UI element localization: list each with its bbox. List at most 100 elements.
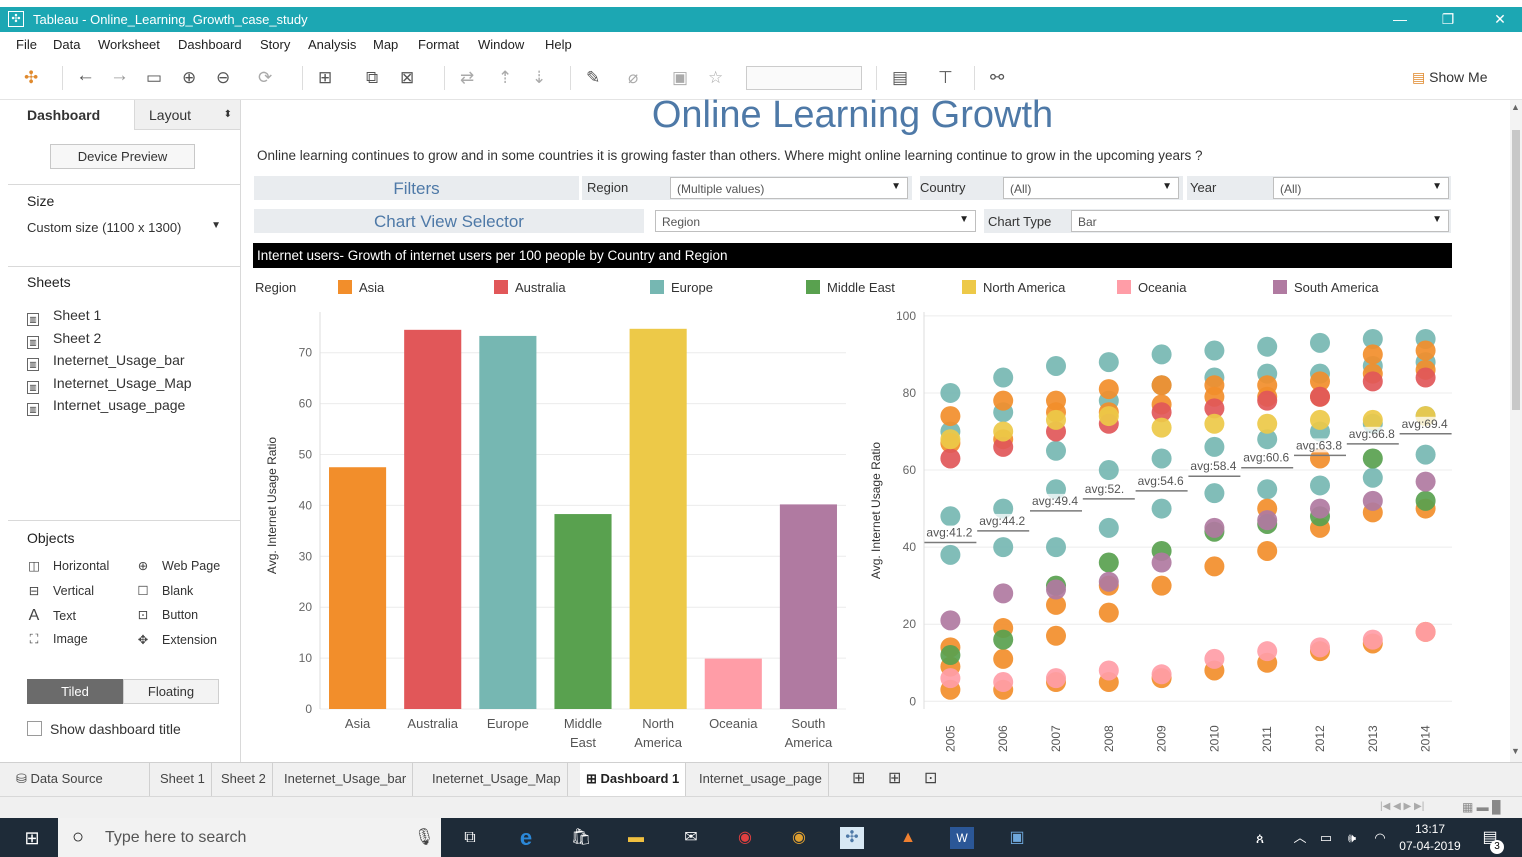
scatter-point (1204, 648, 1225, 669)
scatter-point (1098, 352, 1119, 373)
sheet-nav-icon[interactable]: |◀ ◀ ▶ ▶| (1380, 801, 1424, 812)
y-tick-label: 50 (299, 448, 313, 462)
scatter-point (1098, 660, 1119, 681)
scatter-point (1151, 664, 1172, 685)
y-tick-label: 60 (903, 463, 917, 477)
y-tick-label: 10 (299, 651, 313, 665)
edge-browser-icon[interactable]: e (514, 827, 538, 849)
clock-time[interactable]: 13:17 (1398, 822, 1462, 836)
y-tick-label: 30 (299, 549, 313, 563)
x-tick-label: America (785, 735, 833, 750)
chrome-alt-icon[interactable]: ◉ (787, 827, 811, 849)
scatter-point (1046, 537, 1066, 558)
scatter-point (1310, 637, 1330, 658)
scatter-point (1257, 510, 1278, 531)
x-tick-label: Europe (487, 716, 529, 731)
y-tick-label: 100 (896, 309, 916, 323)
scatter-point (1204, 436, 1225, 457)
clock-date[interactable]: 07-04-2019 (1395, 839, 1465, 853)
bar (554, 514, 612, 709)
y-tick-label: 70 (299, 346, 313, 360)
scatter-point (1098, 460, 1119, 481)
tab-dashboard1[interactable]: ⊞ Dashboard 1 (580, 763, 687, 797)
tab-label: Dashboard 1 (600, 771, 680, 786)
scatter-point (940, 406, 961, 427)
average-label: avg:60.6 (1243, 451, 1289, 465)
y-tick-label: 60 (299, 397, 313, 411)
average-label: avg:49.4 (1032, 494, 1078, 508)
tab-sheet2[interactable]: Sheet 2 (215, 763, 273, 797)
tab-sheet1[interactable]: Sheet 1 (154, 763, 212, 797)
x-tick-label: 2008 (1102, 725, 1116, 752)
scatter-point (1257, 540, 1278, 561)
tab-usage-map[interactable]: Ineternet_Usage_Map (426, 763, 568, 797)
scatter-point (1362, 371, 1383, 392)
scatter-point (1310, 475, 1330, 496)
bar (704, 658, 762, 709)
scatter-point (1046, 409, 1066, 430)
scatter-point (1098, 552, 1119, 573)
average-label: avg:69.4 (1402, 417, 1448, 431)
microphone-icon[interactable]: 🎙 (414, 827, 434, 847)
average-label: avg:66.8 (1349, 427, 1395, 441)
store-icon[interactable]: 🛍 (569, 827, 593, 849)
average-label: avg:54.6 (1138, 474, 1184, 488)
scatter-point (993, 367, 1014, 388)
filmstrip-view-icon[interactable]: ▦ ▬ █ (1462, 800, 1501, 814)
x-tick-label: Oceania (709, 716, 758, 731)
bar (629, 328, 687, 709)
x-tick-label: 2007 (1049, 725, 1063, 752)
tableau-taskbar-icon[interactable]: ✣ (840, 827, 864, 849)
sheet-tab-bar: ⛁ Data Source Sheet 1 Sheet 2 Ineternet_… (0, 762, 1522, 797)
file-explorer-icon[interactable]: ▬ (624, 827, 648, 849)
scatter-point (1046, 579, 1066, 600)
photos-icon[interactable]: ▣ (1005, 827, 1029, 849)
x-tick-label: 2009 (1155, 725, 1169, 752)
battery-icon[interactable]: ▭ (1314, 827, 1338, 849)
x-tick-label: America (634, 735, 682, 750)
tab-usage-page[interactable]: Internet_usage_page (693, 763, 829, 797)
scatter-point (993, 421, 1014, 442)
chrome-icon[interactable]: ◉ (733, 827, 757, 849)
scatter-point (993, 583, 1014, 604)
mail-icon[interactable]: ✉ (679, 827, 703, 849)
speaker-icon[interactable]: 🕪 (1340, 827, 1364, 849)
task-view-icon[interactable]: ⧉ (458, 827, 482, 849)
scatter-point (993, 390, 1014, 411)
x-tick-label: 2012 (1313, 725, 1327, 752)
new-worksheet-icon[interactable]: ⊞ (846, 763, 871, 797)
x-tick-label: North (642, 716, 674, 731)
word-icon[interactable]: W (950, 827, 974, 849)
taskbar-search-box[interactable]: ○ Type here to search 🎙 (58, 818, 441, 857)
windows-start-icon[interactable]: ⊞ (20, 827, 44, 849)
scatter-point (1204, 517, 1225, 538)
dashboard-icon: ⊞ (586, 771, 601, 786)
scatter-point (993, 537, 1014, 558)
scatter-point (1151, 575, 1172, 596)
new-story-icon[interactable]: ⊡ (918, 763, 943, 797)
scatter-point (1098, 379, 1119, 400)
scatter-point (1151, 375, 1172, 396)
average-label: avg:58.4 (1190, 459, 1236, 473)
scatter-point (1046, 625, 1066, 646)
x-tick-label: Middle (564, 716, 602, 731)
vlc-icon[interactable]: ▲ (896, 827, 920, 849)
tab-usage-bar[interactable]: Ineternet_Usage_bar (278, 763, 414, 797)
new-dashboard-icon[interactable]: ⊞ (882, 763, 907, 797)
scatter-point (993, 672, 1014, 693)
y-tick-label: 20 (903, 617, 917, 631)
x-tick-label: East (570, 735, 596, 750)
bar-chart[interactable]: 0 10 20 30 40 50 60 70 Avg. Internet Usage Ratio… (265, 312, 846, 750)
bar (779, 504, 837, 709)
database-icon: ⛁ (16, 771, 31, 786)
scatter-point (993, 629, 1014, 650)
x-tick-label: 2014 (1419, 725, 1433, 752)
wifi-icon[interactable]: ◠ (1368, 827, 1392, 849)
scatter-point (940, 610, 961, 631)
tab-data-source[interactable]: ⛁ Data Source (10, 763, 150, 797)
scatter-point (1415, 444, 1436, 465)
people-icon[interactable]: ጰ (1248, 827, 1272, 849)
scatter-chart[interactable]: 0 20 40 60 80 100 Avg. Internet Usage Ratio 200… (869, 309, 1452, 752)
scatter-point (1257, 390, 1278, 411)
tray-chevron-icon[interactable]: ︿ (1288, 827, 1312, 849)
